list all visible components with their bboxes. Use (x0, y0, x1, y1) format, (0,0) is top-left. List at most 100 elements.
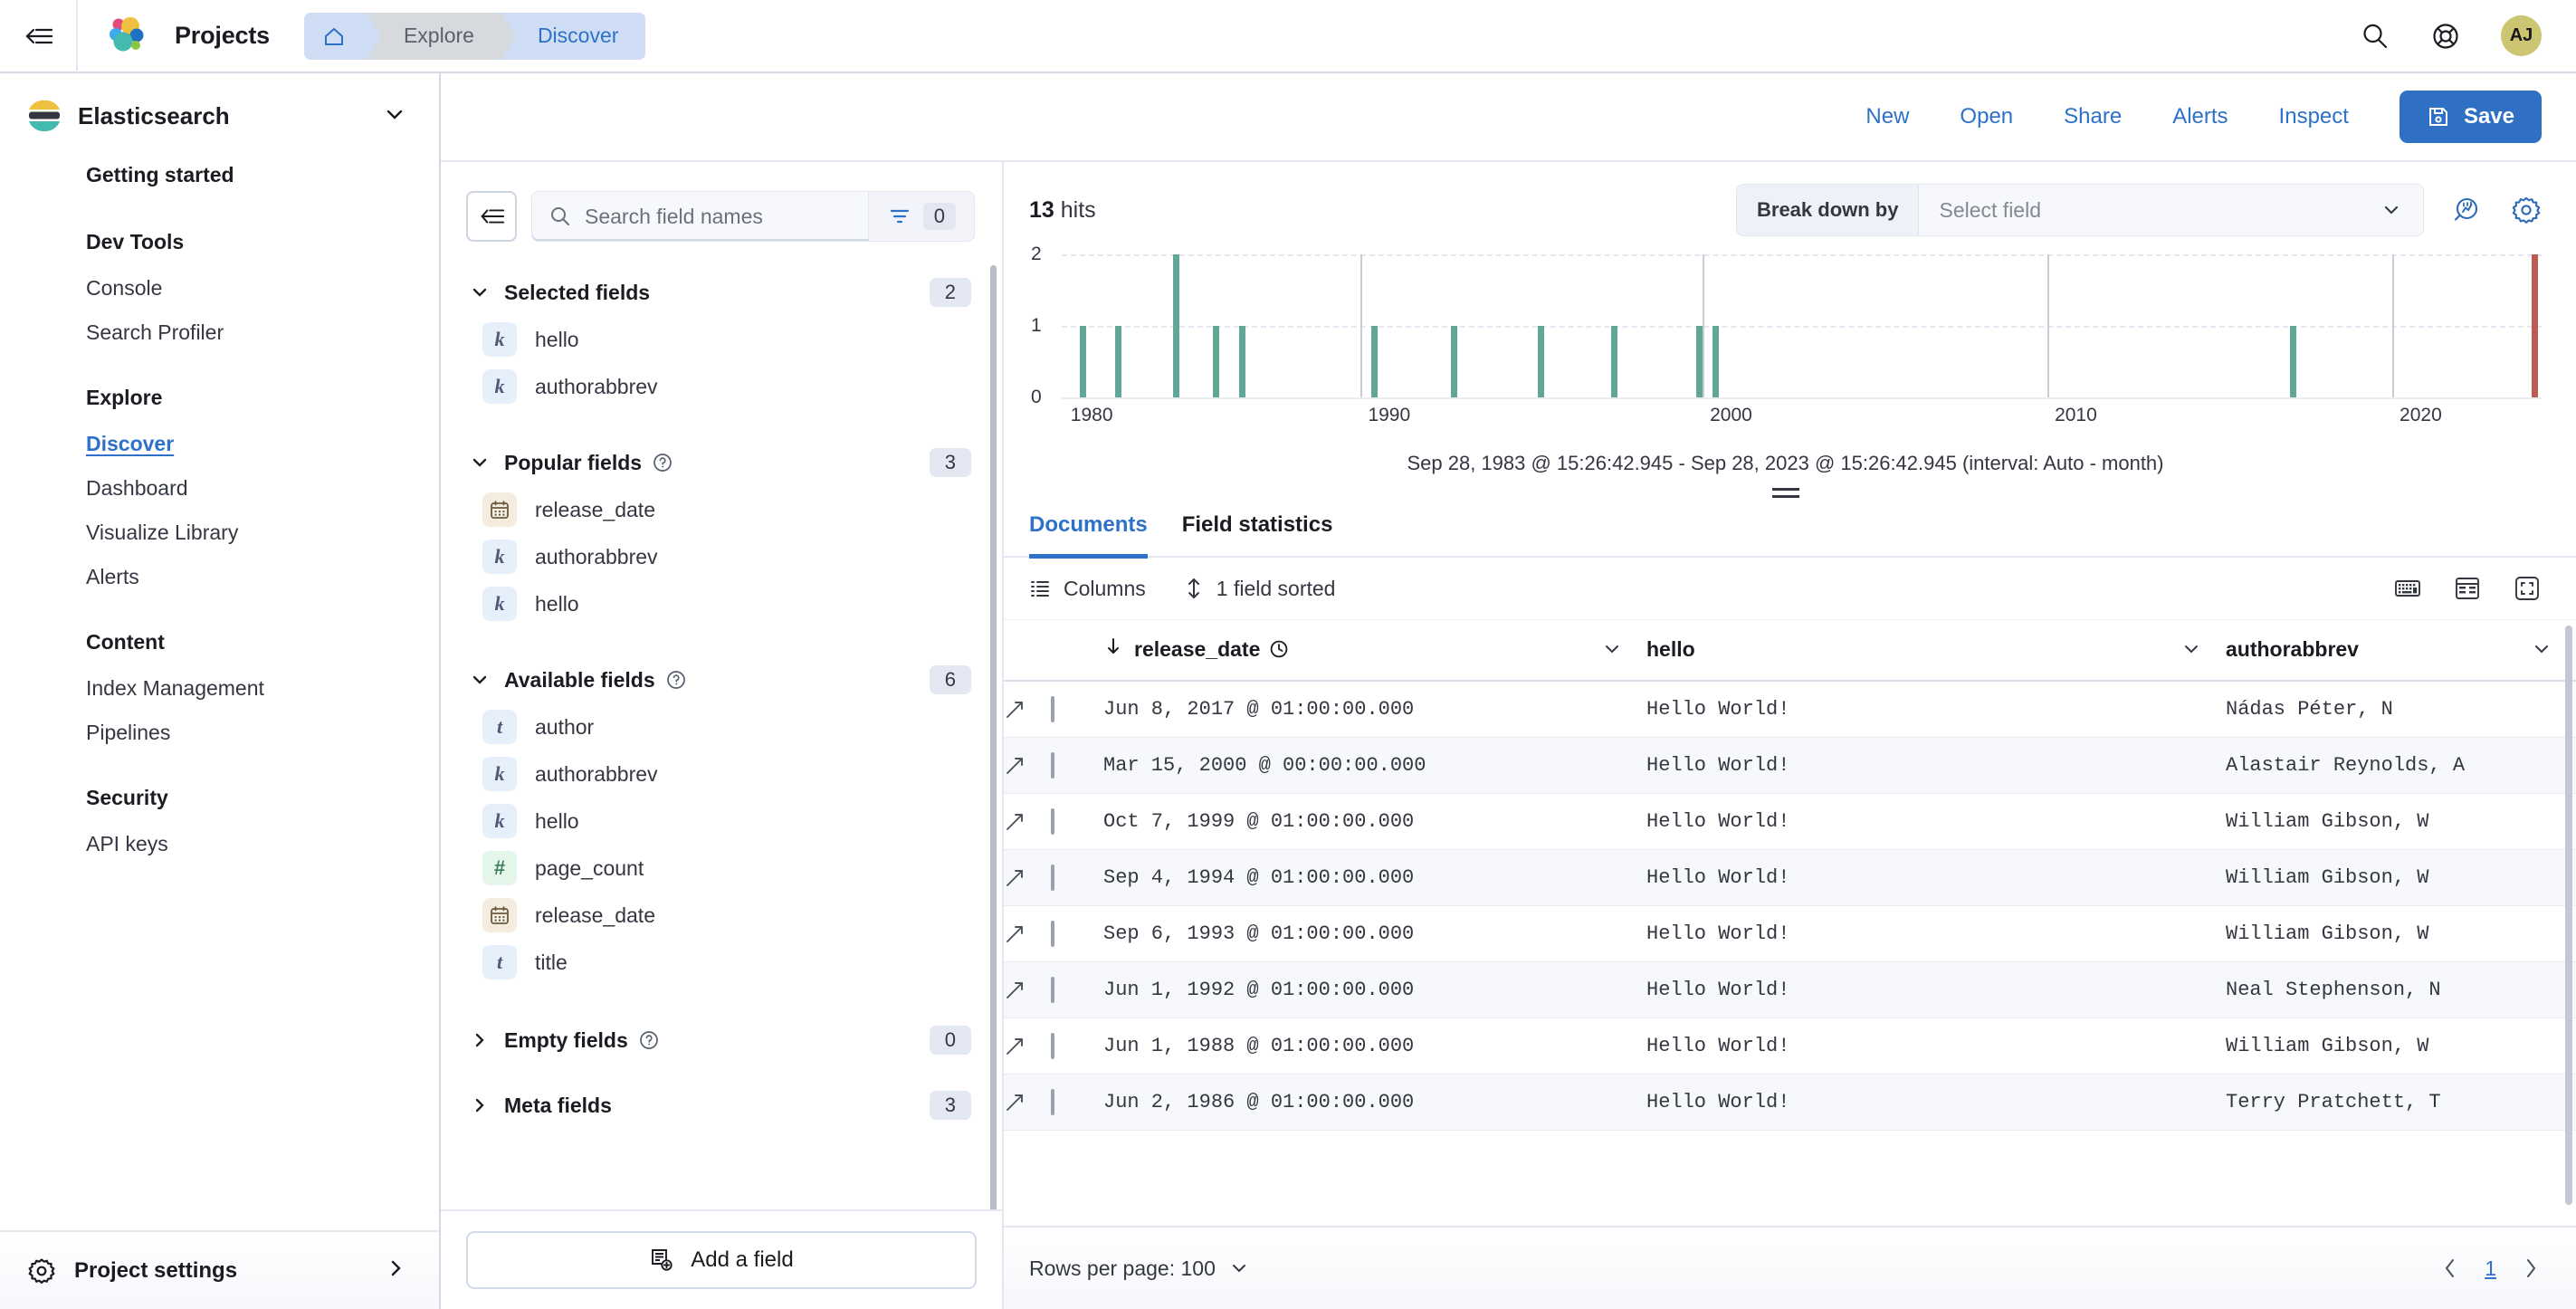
table-row[interactable]: Jun 8, 2017 @ 01:00:00.000 Hello World! Ná… (1004, 681, 2576, 738)
sidebar-item-dashboard[interactable]: Dashboard (0, 466, 439, 511)
expand-row-button[interactable] (1004, 961, 1051, 1018)
save-button[interactable]: Save (2399, 91, 2542, 143)
chart-plot-area[interactable]: 2 1 0 (1031, 244, 2542, 407)
chevron-down-icon[interactable] (2380, 185, 2423, 235)
row-select-cell[interactable] (1051, 737, 1103, 794)
row-select-cell[interactable] (1051, 1074, 1103, 1131)
row-select-cell[interactable] (1051, 961, 1103, 1018)
column-header-release-date[interactable]: release_date (1103, 620, 1646, 682)
breadcrumb-explore[interactable]: Explore (365, 12, 517, 60)
table-row[interactable]: Jun 1, 1992 @ 01:00:00.000 Hello World! Ne… (1004, 961, 2576, 1018)
row-checkbox[interactable] (1051, 808, 1054, 835)
chevron-left-icon[interactable] (2439, 1256, 2461, 1280)
field-item-authorabbrev[interactable]: k authorabbrev (441, 750, 1002, 798)
sidebar-item-pipelines[interactable]: Pipelines (0, 711, 439, 755)
field-section-meta-fields[interactable]: Meta fields 3 (441, 1064, 1002, 1129)
expand-row-button[interactable] (1004, 1074, 1051, 1131)
alerts-button[interactable]: Alerts (2172, 104, 2228, 129)
expand-row-button[interactable] (1004, 905, 1051, 962)
sidebar-item-index-management[interactable]: Index Management (0, 666, 439, 711)
expand-row-button[interactable] (1004, 793, 1051, 850)
table-scrollbar[interactable] (2565, 626, 2572, 1205)
help-circle-icon[interactable] (639, 1030, 659, 1050)
fullscreen-icon[interactable] (2513, 574, 2542, 603)
gear-icon[interactable] (2511, 195, 2542, 225)
sidebar-item-project-settings[interactable]: Project settings (0, 1230, 439, 1309)
expand-icon[interactable] (1004, 923, 1051, 945)
help-icon[interactable] (2430, 21, 2461, 52)
row-checkbox[interactable] (1051, 865, 1054, 891)
avatar[interactable]: AJ (2501, 15, 2542, 56)
breadcrumb-home[interactable] (303, 12, 381, 60)
expand-row-button[interactable] (1004, 849, 1051, 906)
field-filter-button[interactable]: 0 (867, 192, 974, 241)
expand-icon[interactable] (1004, 979, 1051, 1001)
help-circle-icon[interactable] (666, 670, 686, 690)
inspect-button[interactable]: Inspect (2279, 104, 2349, 129)
breakdown-by-control[interactable]: Break down by Select field (1736, 184, 2424, 236)
column-header-hello[interactable]: hello (1646, 620, 2226, 682)
display-options-icon[interactable] (2453, 574, 2482, 603)
field-section-selected-fields[interactable]: Selected fields 2 (441, 258, 1002, 316)
columns-button[interactable]: Columns (1029, 577, 1146, 601)
row-checkbox[interactable] (1051, 921, 1054, 947)
search-input[interactable] (585, 192, 868, 241)
share-button[interactable]: Share (2064, 104, 2122, 129)
field-section-available-fields[interactable]: Available fields 6 (441, 627, 1002, 703)
keyboard-shortcuts-icon[interactable] (2393, 574, 2422, 603)
row-select-cell[interactable] (1051, 905, 1103, 962)
sidebar-item-alerts[interactable]: Alerts (0, 555, 439, 599)
add-field-button[interactable]: Add a field (466, 1231, 977, 1289)
field-item-release-date[interactable]: release_date (441, 892, 1002, 939)
collapse-panel-icon[interactable] (466, 191, 517, 242)
sidebar-item-console[interactable]: Console (0, 266, 439, 311)
row-checkbox[interactable] (1051, 696, 1054, 722)
table-row[interactable]: Mar 15, 2000 @ 00:00:00.000 Hello World! A… (1004, 737, 2576, 794)
expand-icon[interactable] (1004, 1036, 1051, 1057)
expand-icon[interactable] (1004, 755, 1051, 777)
row-select-cell[interactable] (1051, 849, 1103, 906)
breadcrumb-discover[interactable]: Discover (501, 12, 646, 60)
new-button[interactable]: New (1865, 104, 1909, 129)
tab-field-statistics[interactable]: Field statistics (1182, 503, 1333, 559)
rows-per-page-button[interactable]: Rows per page: 100 (1029, 1256, 1250, 1281)
field-section-empty-fields[interactable]: Empty fields 0 (441, 986, 1002, 1064)
field-item-authorabbrev[interactable]: k authorabbrev (441, 533, 1002, 580)
field-item-authorabbrev[interactable]: k authorabbrev (441, 363, 1002, 410)
row-checkbox[interactable] (1051, 752, 1054, 779)
field-item-hello[interactable]: k hello (441, 316, 1002, 363)
chevron-down-icon[interactable] (2180, 638, 2226, 660)
table-row[interactable]: Jun 2, 1986 @ 01:00:00.000 Hello World! Te… (1004, 1074, 2576, 1131)
open-button[interactable]: Open (1960, 104, 2013, 129)
table-row[interactable]: Sep 4, 1994 @ 01:00:00.000 Hello World! Wi… (1004, 849, 2576, 906)
column-header-authorabbrev[interactable]: authorabbrev (2226, 620, 2576, 682)
collapse-nav-icon[interactable] (0, 0, 78, 72)
expand-row-button[interactable] (1004, 681, 1051, 738)
field-item-hello[interactable]: k hello (441, 798, 1002, 845)
sidebar-item-api-keys[interactable]: API keys (0, 822, 439, 866)
sort-fields-button[interactable]: 1 field sorted (1184, 577, 1335, 601)
chart-resize-handle[interactable] (1770, 488, 1801, 498)
expand-icon[interactable] (1004, 1092, 1051, 1113)
table-row[interactable]: Oct 7, 1999 @ 01:00:00.000 Hello World! Wi… (1004, 793, 2576, 850)
fields-scrollbar[interactable] (990, 265, 997, 1209)
row-select-cell[interactable] (1051, 1018, 1103, 1075)
field-item-page-count[interactable]: # page_count (441, 845, 1002, 892)
chevron-right-icon[interactable] (2520, 1256, 2542, 1280)
field-item-release-date[interactable]: release_date (441, 486, 1002, 533)
sidebar-solution-switcher[interactable]: Elasticsearch (0, 73, 439, 148)
lens-chart-icon[interactable] (2451, 195, 2482, 225)
breakdown-select-value[interactable]: Select field (1919, 185, 2380, 235)
expand-icon[interactable] (1004, 811, 1051, 833)
field-item-author[interactable]: t author (441, 703, 1002, 750)
expand-icon[interactable] (1004, 867, 1051, 889)
row-select-cell[interactable] (1051, 681, 1103, 738)
expand-icon[interactable] (1004, 699, 1051, 721)
row-checkbox[interactable] (1051, 1089, 1054, 1115)
row-checkbox[interactable] (1051, 977, 1054, 1003)
table-row[interactable]: Jun 1, 1988 @ 01:00:00.000 Hello World! Wi… (1004, 1018, 2576, 1075)
search-icon[interactable] (2360, 21, 2390, 52)
table-row[interactable]: Sep 6, 1993 @ 01:00:00.000 Hello World! Wi… (1004, 905, 2576, 962)
chevron-down-icon[interactable] (381, 100, 408, 132)
row-checkbox[interactable] (1051, 1033, 1054, 1059)
